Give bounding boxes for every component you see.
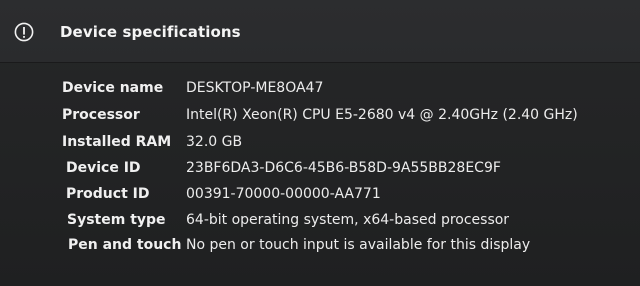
spec-label: System type (67, 212, 166, 228)
spec-value: 32.0 GB (186, 134, 243, 150)
section-title: Device specifications (60, 23, 241, 41)
spec-label: Device name (62, 80, 164, 96)
spec-value: 64-bit operating system, x64-based proce… (186, 212, 510, 228)
info-icon (14, 22, 34, 42)
spec-row-product-id: Product ID 00391-70000-00000-AA771 (0, 186, 640, 210)
spec-row-device-id: Device ID 23BF6DA3-D6C6-45B6-B58D-9A55BB… (0, 160, 640, 184)
spec-value: DESKTOP-ME8OA47 (186, 80, 324, 96)
spec-row-installed-ram: Installed RAM 32.0 GB (0, 134, 640, 158)
spec-row-processor: Processor Intel(R) Xeon(R) CPU E5-2680 v… (0, 107, 640, 131)
spec-value: 00391-70000-00000-AA771 (186, 186, 381, 202)
spec-value: Intel(R) Xeon(R) CPU E5-2680 v4 @ 2.40GH… (186, 107, 578, 123)
spec-row-device-name: Device name DESKTOP-ME8OA47 (0, 80, 640, 104)
specs-list: Device name DESKTOP-ME8OA47 Processor In… (0, 63, 640, 286)
spec-value: No pen or touch input is available for t… (186, 237, 531, 253)
spec-label: Device ID (66, 160, 141, 176)
spec-row-pen-and-touch: Pen and touch No pen or touch input is a… (0, 237, 640, 261)
spec-label: Installed RAM (62, 134, 172, 150)
spec-value: 23BF6DA3-D6C6-45B6-B58D-9A55BB28EC9F (186, 160, 501, 176)
device-specifications-panel: Device specifications Device name DESKTO… (0, 0, 640, 286)
spec-row-system-type: System type 64-bit operating system, x64… (0, 212, 640, 236)
spec-label: Product ID (66, 186, 150, 202)
spec-label: Processor (62, 107, 140, 123)
device-specifications-header[interactable]: Device specifications (0, 0, 640, 63)
spec-label: Pen and touch (68, 237, 182, 253)
